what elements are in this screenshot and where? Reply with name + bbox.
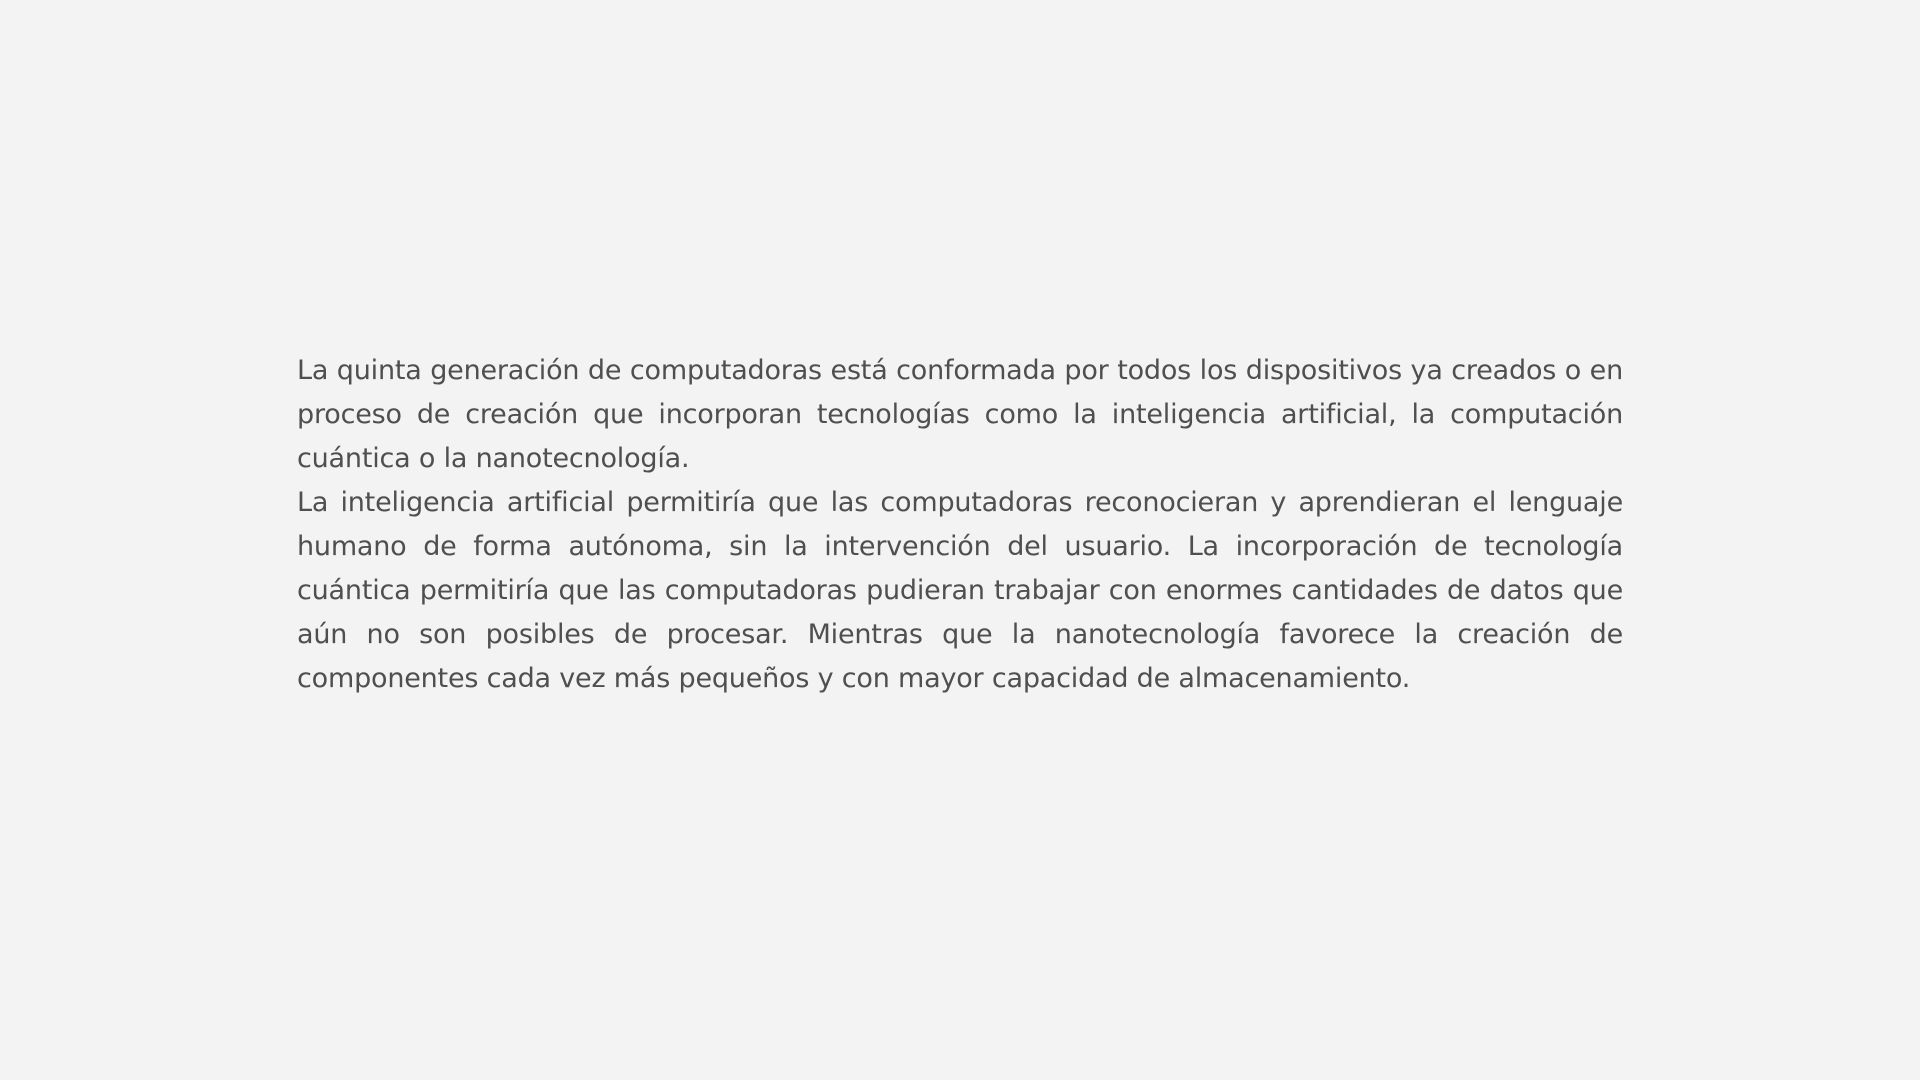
slide-canvas: La quinta generación de computadoras est… [0, 0, 1920, 1080]
paragraph-intro: La quinta generación de computadoras est… [297, 355, 1623, 474]
body-text-block: La quinta generación de computadoras est… [297, 349, 1623, 701]
paragraph-details: La inteligencia artificial permitiría qu… [297, 487, 1623, 694]
